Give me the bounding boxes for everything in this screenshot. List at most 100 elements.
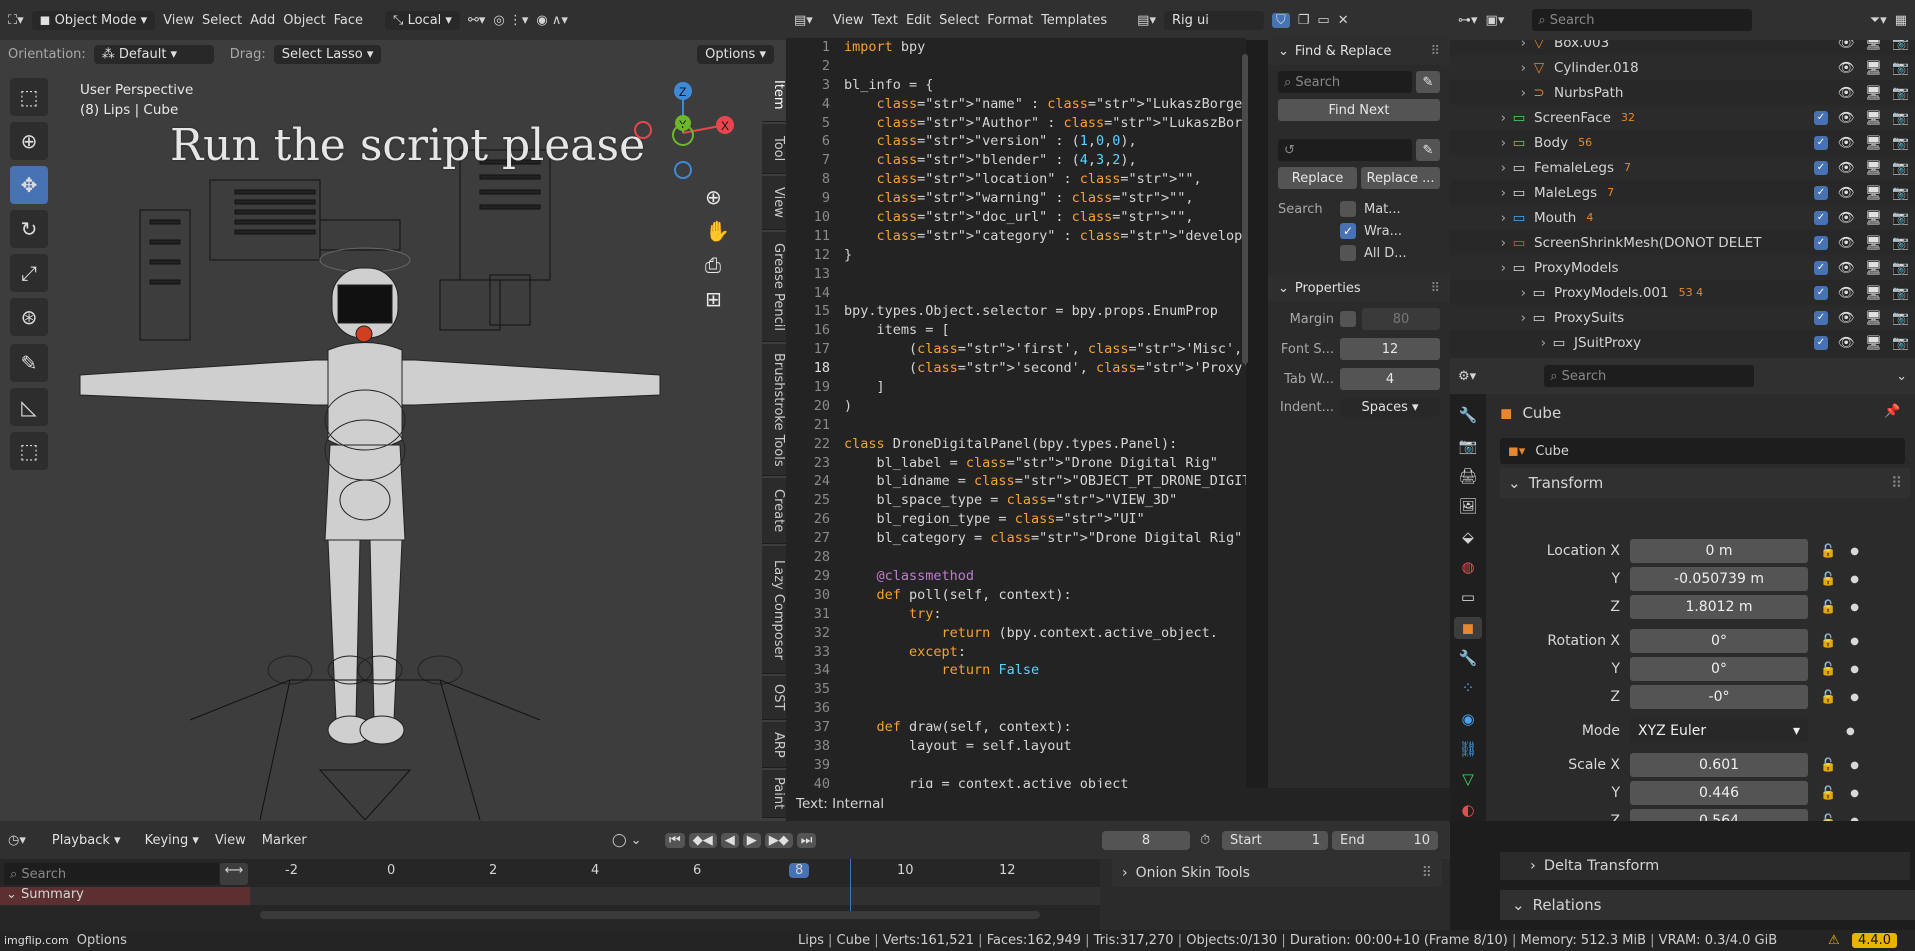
tab-grease-pencil[interactable]: Grease Pencil xyxy=(762,232,786,342)
keyframe-dot-icon[interactable]: ● xyxy=(1850,546,1859,557)
camera-icon[interactable]: 📷 xyxy=(1892,210,1909,226)
view-layer-tab-icon[interactable]: 🖼 xyxy=(1454,495,1482,517)
exclude-checkbox[interactable]: ✓ xyxy=(1813,210,1828,225)
eye-icon[interactable]: 👁 xyxy=(1838,135,1855,151)
current-frame-field[interactable]: 8 xyxy=(1102,830,1190,850)
stopwatch-icon[interactable]: ⏱ xyxy=(1200,833,1210,848)
monitor-icon[interactable]: 🖥 xyxy=(1865,310,1882,326)
font-size-field[interactable]: 12 xyxy=(1340,338,1440,360)
keyframe-dot-icon[interactable]: ● xyxy=(1850,760,1859,771)
duplicate-icon[interactable]: ❐ xyxy=(1298,13,1310,28)
monitor-icon[interactable]: 🖥 xyxy=(1865,260,1882,276)
viewport-3d[interactable]: ⛶▾ ◼ Object Mode ▾ View Select Add Objec… xyxy=(0,0,786,821)
keyframe-dot-icon[interactable]: ● xyxy=(1850,664,1859,675)
outliner-search-input[interactable]: ⌕ Search xyxy=(1532,9,1753,31)
onion-skin-panel[interactable]: › Onion Skin Tools ⠿ xyxy=(1112,859,1442,887)
lock-icon[interactable]: 🔓 xyxy=(1820,600,1836,615)
modifier-tab-icon[interactable]: 🔧 xyxy=(1454,647,1482,669)
eye-icon[interactable]: 👁 xyxy=(1838,285,1855,301)
outliner-row[interactable]: › ▽ Cylinder.018 👁 🖥 📷 xyxy=(1450,55,1915,80)
expand-chevron-icon[interactable]: › xyxy=(1450,185,1510,201)
pan-hand-icon[interactable]: ✋ xyxy=(705,219,730,243)
exclude-checkbox[interactable]: ✓ xyxy=(1813,335,1828,350)
find-search-input[interactable]: ⌕ Search xyxy=(1278,71,1412,93)
rotation-y-field[interactable]: 0° xyxy=(1630,657,1808,681)
proportional-icon[interactable]: ◎ ⋮▾ xyxy=(493,13,528,28)
editor-type-icon[interactable]: ▤▾ xyxy=(794,13,813,28)
camera-icon[interactable]: 📷 xyxy=(1892,310,1909,326)
monitor-icon[interactable]: 🖥 xyxy=(1865,210,1882,226)
output-tab-icon[interactable]: 🖨 xyxy=(1454,465,1482,487)
eye-icon[interactable]: 👁 xyxy=(1838,60,1855,76)
margin-checkbox[interactable] xyxy=(1340,311,1356,327)
select-tool-icon[interactable]: ⬚ xyxy=(10,78,48,116)
next-key-icon[interactable]: ▶◆ xyxy=(764,832,793,848)
tab-brushstroke-tools[interactable]: Brushstroke Tools xyxy=(762,344,786,476)
eye-icon[interactable]: 👁 xyxy=(1838,160,1855,176)
exclude-checkbox[interactable]: ✓ xyxy=(1813,260,1828,275)
transform-space-dropdown[interactable]: ⤡ Local ▾ xyxy=(385,10,460,30)
timeline-scrollbar[interactable] xyxy=(260,911,1040,919)
menu-add[interactable]: Add xyxy=(250,13,275,28)
transform-panel-header[interactable]: ⌄ Transform ⠿ xyxy=(1500,468,1910,498)
exclude-checkbox[interactable]: ✓ xyxy=(1813,185,1828,200)
exclude-checkbox[interactable]: ✓ xyxy=(1813,235,1828,250)
jump-start-icon[interactable]: ⏮ xyxy=(665,832,685,848)
monitor-icon[interactable]: 🖥 xyxy=(1865,135,1882,151)
camera-icon[interactable]: 📷 xyxy=(1892,260,1909,276)
location-y-field[interactable]: -0.050739 m xyxy=(1630,567,1808,591)
collection-tab-icon[interactable]: ▭ xyxy=(1454,586,1482,608)
tl-menu-view[interactable]: View xyxy=(215,833,246,848)
grid-view-icon[interactable]: ⊞ xyxy=(705,287,730,311)
tl-menu-marker[interactable]: Marker xyxy=(262,833,307,848)
expand-chevron-icon[interactable]: › xyxy=(1450,285,1530,301)
outliner-row[interactable]: › ▭ ScreenFace 32 ✓ 👁 🖥 📷 xyxy=(1450,105,1915,130)
tab-width-field[interactable]: 4 xyxy=(1340,368,1440,390)
lock-icon[interactable]: 🔓 xyxy=(1820,758,1836,773)
warning-icon[interactable]: ⚠ xyxy=(1828,933,1840,948)
expand-chevron-icon[interactable]: › xyxy=(1450,135,1510,151)
scale-tool-icon[interactable]: ⤢ xyxy=(10,254,48,292)
menu-face[interactable]: Face xyxy=(334,13,363,28)
keyframe-dot-icon[interactable]: ● xyxy=(1850,636,1859,647)
add-cube-tool-icon[interactable]: ⬚ xyxy=(10,432,48,470)
rotate-tool-icon[interactable]: ↻ xyxy=(10,210,48,248)
expand-chevron-icon[interactable]: › xyxy=(1450,235,1510,251)
expand-chevron-icon[interactable]: › xyxy=(1450,110,1510,126)
eyedropper-icon[interactable]: ✎ xyxy=(1416,139,1440,161)
te-menu-templates[interactable]: Templates xyxy=(1041,13,1107,28)
outliner-row[interactable]: › ▭ FemaleLegs 7 ✓ 👁 🖥 📷 xyxy=(1450,155,1915,180)
monitor-icon[interactable]: 🖥 xyxy=(1865,335,1882,351)
camera-icon[interactable]: 📷 xyxy=(1892,85,1909,101)
match-case-checkbox[interactable] xyxy=(1340,201,1356,217)
snap-icon[interactable]: ⚯▾ xyxy=(468,13,485,28)
chevron-down-icon[interactable]: ⌄ xyxy=(1896,369,1907,384)
te-menu-select[interactable]: Select xyxy=(939,13,979,28)
jump-end-icon[interactable]: ⏭ xyxy=(796,832,817,848)
monitor-icon[interactable]: 🖥 xyxy=(1865,160,1882,176)
playhead-line[interactable] xyxy=(850,859,851,919)
lock-icon[interactable]: 🔓 xyxy=(1820,634,1836,649)
delta-transform-subpanel[interactable]: › Delta Transform xyxy=(1500,852,1910,880)
exclude-checkbox[interactable]: ✓ xyxy=(1813,310,1828,325)
replace-input[interactable]: ↺ xyxy=(1278,139,1412,161)
expand-chevron-icon[interactable]: › xyxy=(1450,60,1530,76)
expand-chevron-icon[interactable]: › xyxy=(1450,260,1510,276)
menu-view[interactable]: View xyxy=(163,13,194,28)
camera-icon[interactable]: ⎙ xyxy=(705,253,730,277)
properties-header[interactable]: ⌄ Properties ⠿ xyxy=(1268,275,1450,302)
exclude-checkbox[interactable]: ✓ xyxy=(1813,285,1828,300)
camera-icon[interactable]: 📷 xyxy=(1892,110,1909,126)
menu-object[interactable]: Object xyxy=(283,13,325,28)
data-tab-icon[interactable]: ▽ xyxy=(1454,768,1482,790)
keyframe-dot-icon[interactable]: ● xyxy=(1850,574,1859,585)
material-tab-icon[interactable]: ◐ xyxy=(1454,799,1482,821)
cursor-tool-icon[interactable]: ⊕ xyxy=(10,122,48,160)
transform-tool-icon[interactable]: ⊛ xyxy=(10,298,48,336)
object-tab-icon[interactable]: ◼ xyxy=(1454,616,1482,639)
monitor-icon[interactable]: 🖥 xyxy=(1865,110,1882,126)
camera-icon[interactable]: 📷 xyxy=(1892,335,1909,351)
camera-icon[interactable]: 📷 xyxy=(1892,235,1909,251)
margin-field[interactable]: 80 xyxy=(1362,308,1440,330)
scene-tab-icon[interactable]: ⬙ xyxy=(1454,525,1482,547)
